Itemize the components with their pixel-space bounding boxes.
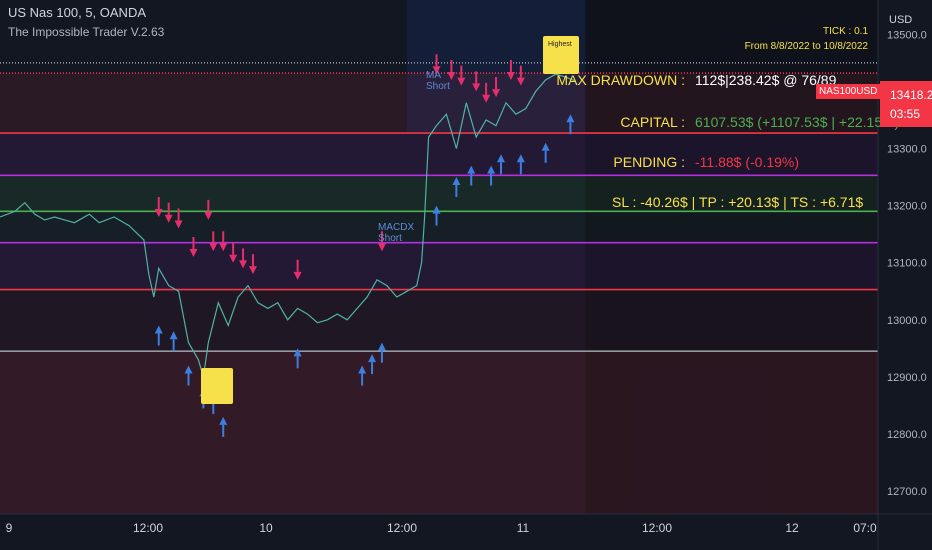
highest-tag: Highest [548,41,572,48]
price-tick-label: 12700.0 [887,486,927,498]
time-tick-label: 12 [785,521,799,535]
tick-info: TICK : 0.1 [822,26,868,37]
time-tick-label: 12:00 [133,521,163,535]
price-tick-label: 13100.0 [887,258,927,270]
time-tick-label: 12:00 [387,521,417,535]
sl-tp-ts-summary: SL : -40.26$ | TP : +20.13$ | TS : +6.71… [612,194,864,210]
pending-label: PENDING : [613,154,685,170]
time-tick-label: 11 [517,521,530,535]
indicator-title[interactable]: The Impossible Trader V.2.63 [8,25,164,39]
pending-value: -11.88$ (-0.19%) [695,154,800,170]
macdx-short-label: MACDX Short [378,222,415,244]
current-price: 13418.2 [890,88,932,102]
price-tick-label: 12900.0 [887,372,927,384]
chart-stage: 13500.013400.013300.013200.013100.013000… [0,0,932,550]
price-tick-label: 12800.0 [887,429,927,441]
highest-marker: Highest [543,36,579,74]
price-tick-label: 13300.0 [887,143,927,155]
price-tick-label: 13500.0 [887,29,927,41]
symbol-price-tag: NAS100USD [816,84,881,99]
price-tick-label: 13000.0 [887,315,927,327]
time-tick-label: 07:0 [853,521,877,535]
time-tick-label: 9 [6,521,13,535]
date-range-info: From 8/8/2022 to 10/8/2022 [744,41,868,52]
price-tick-label: 13200.0 [887,201,927,213]
lowest-marker [201,368,233,404]
current-price-box[interactable]: 13418.2 03:55 [880,81,932,127]
capital-value: 6107.53$ (+1107.53$ | +22.15%) [695,114,900,130]
time-tick-label: 12:00 [642,521,672,535]
capital-label: CAPITAL : [620,114,685,130]
time-tick-label: 10 [259,521,273,535]
currency-label: USD [889,14,913,26]
symbol-title[interactable]: US Nas 100, 5, OANDA [8,5,146,20]
max-drawdown-label: MAX DRAWDOWN : [556,72,685,88]
bar-countdown: 03:55 [890,107,921,121]
ma-short-label: MA Short [426,70,450,92]
